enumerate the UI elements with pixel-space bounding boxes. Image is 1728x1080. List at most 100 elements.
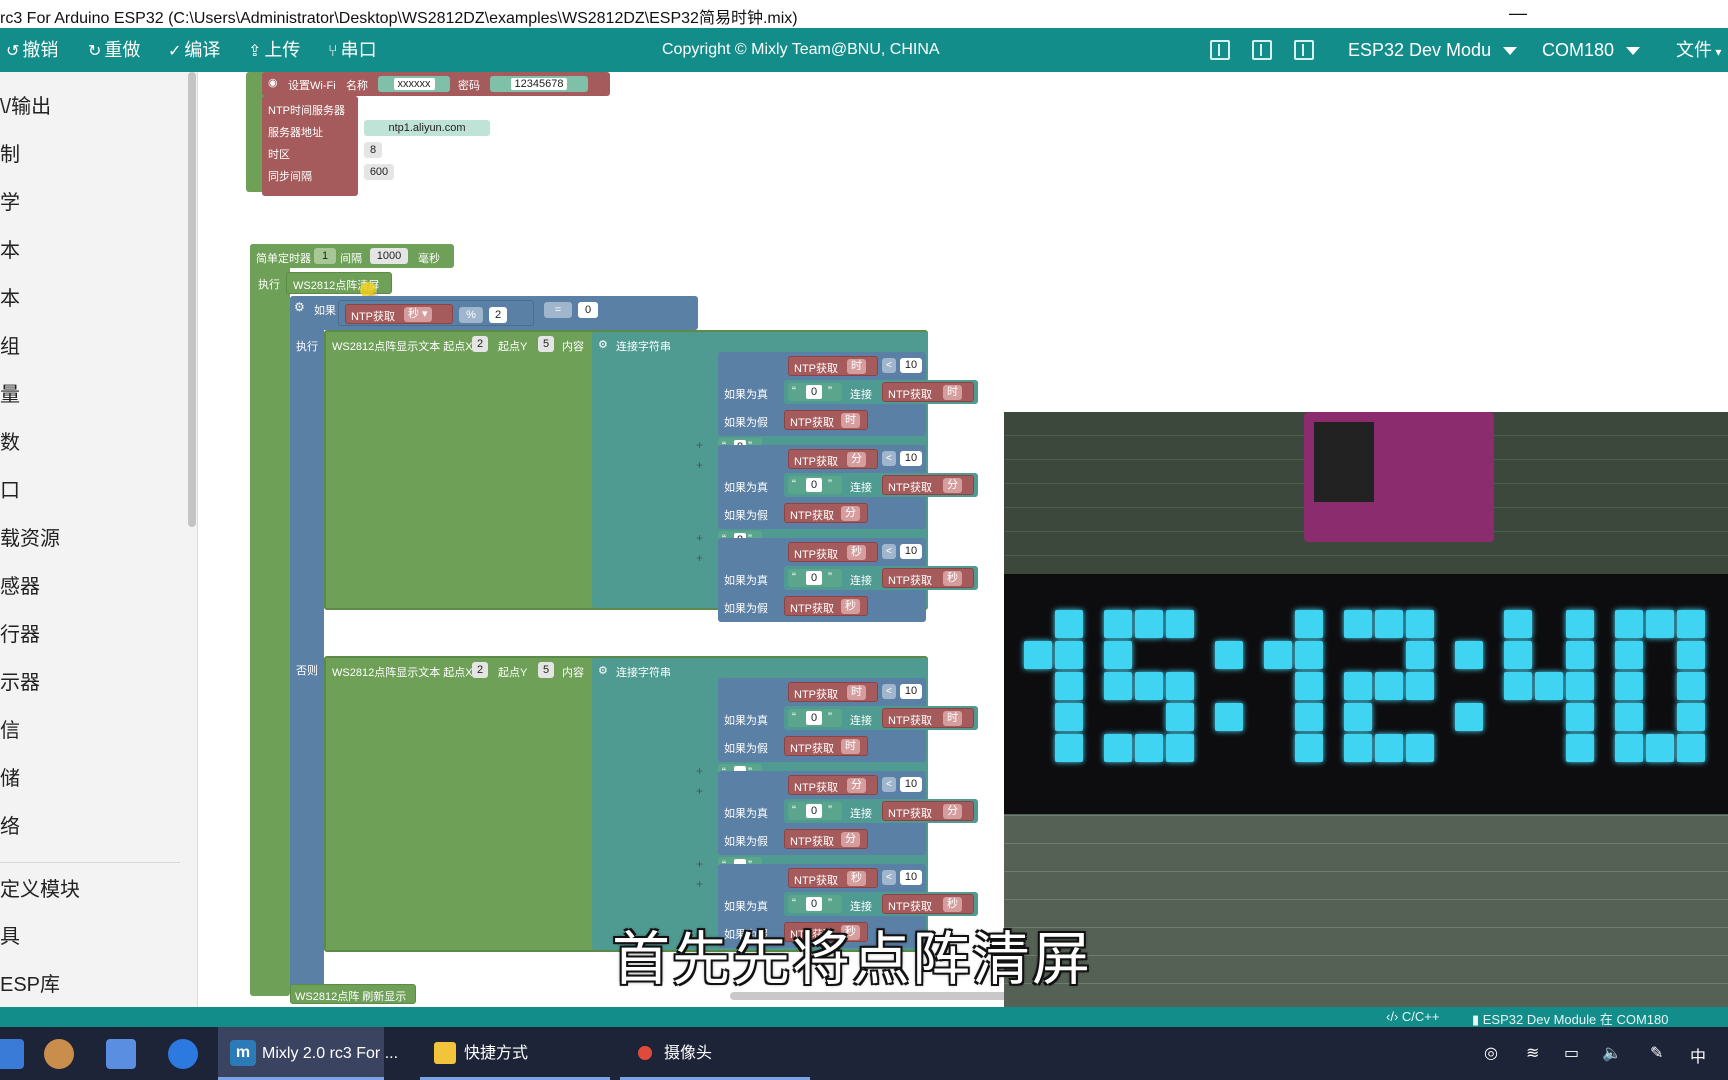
timer-interval-field[interactable]: 1000 <box>370 248 408 264</box>
ws2812-refresh-block[interactable]: WS2812点阵 刷新显示 <box>290 984 416 1004</box>
wifi-name-field[interactable]: xxxxxx <box>378 76 450 92</box>
lt-value[interactable]: 10 <box>900 684 922 699</box>
string-value[interactable]: 0 <box>806 897 822 911</box>
lt-value[interactable]: 10 <box>900 544 922 559</box>
start-y-field[interactable]: 5 <box>538 662 554 678</box>
wifi-icon[interactable]: ≋ <box>1526 1043 1539 1063</box>
if-block-spine[interactable] <box>290 296 324 996</box>
sidebar-item-text2[interactable]: 本 <box>0 282 20 311</box>
ntp-unit-dropdown[interactable]: 时 <box>847 359 866 374</box>
join-block[interactable]: “ 0 ” 连接 NTP获取 时 <box>784 380 978 404</box>
add-item-button[interactable]: + <box>696 551 703 565</box>
redo-button[interactable]: ↻ 重做 <box>88 28 140 72</box>
eq-value[interactable]: 0 <box>578 302 598 318</box>
ntp-get-block[interactable]: NTP获取时 <box>784 736 868 756</box>
lt-operator[interactable]: < <box>882 451 896 466</box>
timer-block[interactable]: 简单定时器 1 间隔 1000 毫秒 <box>250 244 454 268</box>
ntp-unit-dropdown[interactable]: 分 <box>847 778 866 793</box>
sidebar-item-actuators[interactable]: 行器 <box>0 618 40 647</box>
app-icon[interactable] <box>0 1039 24 1069</box>
lt-operator[interactable]: < <box>882 358 896 373</box>
ntp-get-block[interactable]: NTP获取分 <box>788 775 878 795</box>
ntp-unit-dropdown[interactable]: 秒 <box>847 545 866 560</box>
code-view-icon[interactable] <box>1294 40 1314 60</box>
ntp-sync-field[interactable]: 600 <box>364 164 394 180</box>
compare-block[interactable]: NTP获取 秒 ▾ % 2 <box>338 300 534 326</box>
ntp-server-block[interactable]: NTP时间服务器 服务器地址 时区 同步间隔 <box>262 96 358 196</box>
add-item-button[interactable]: + <box>696 784 703 798</box>
compare-lt-block[interactable]: NTP获取 分 <10 <box>784 775 926 795</box>
compile-button[interactable]: ✓ 编译 <box>168 28 220 72</box>
mod-operator[interactable]: % <box>459 307 483 323</box>
string-block[interactable]: “ 0 ” <box>788 802 842 820</box>
add-item-button[interactable]: + <box>696 458 703 472</box>
string-value[interactable]: 0 <box>806 711 822 725</box>
ntp-get-block[interactable]: NTP获取秒 <box>788 868 878 888</box>
join-block[interactable]: “ 0 ” 连接 NTP获取 分 <box>784 799 978 823</box>
lt-value[interactable]: 10 <box>900 358 922 373</box>
sidebar-scrollbar[interactable] <box>188 72 196 527</box>
port-select[interactable]: COM180 <box>1542 28 1641 72</box>
ntp-unit-dropdown[interactable]: 分 <box>943 804 962 819</box>
browser-icon[interactable] <box>168 1039 198 1069</box>
string-value[interactable]: 0 <box>806 478 822 492</box>
ntp-get-block[interactable]: NTP获取分 <box>784 503 868 523</box>
timer-block-spine[interactable] <box>250 244 290 996</box>
battery-icon[interactable]: ▭ <box>1564 1043 1579 1063</box>
minimize-button[interactable]: — <box>1498 0 1538 28</box>
sidebar-item-custom-module[interactable]: 定义模块 <box>0 862 180 902</box>
ntp-get-block[interactable]: NTP获取秒 <box>882 894 974 914</box>
sidebar-item-esp-lib[interactable]: ESP库 <box>0 968 60 997</box>
string-value[interactable]: 0 <box>806 385 822 399</box>
undo-button[interactable]: ↺ 撤销 <box>6 28 58 72</box>
eq-operator[interactable]: = <box>544 302 572 318</box>
wifi-password-field[interactable]: 12345678 <box>490 76 588 92</box>
paint-icon[interactable] <box>44 1039 74 1069</box>
ntp-get-block[interactable]: NTP获取秒 <box>882 568 974 588</box>
lt-operator[interactable]: < <box>882 870 896 885</box>
join-block[interactable]: “ 0 ” 连接 NTP获取 秒 <box>784 566 978 590</box>
ntp-get-block[interactable]: NTP获取分 <box>788 449 878 469</box>
ntp-server-field[interactable]: ntp1.aliyun.com <box>364 120 490 136</box>
add-item-button[interactable]: + <box>696 531 703 545</box>
mod-value[interactable]: 2 <box>489 307 507 323</box>
wifi-block[interactable]: ◉ 设置Wi-Fi 名称 xxxxxx 密码 12345678 <box>262 72 610 96</box>
compare-lt-block[interactable]: NTP获取 时 <10 <box>784 682 926 702</box>
ntp-unit-dropdown[interactable]: 分 <box>841 832 860 847</box>
ntp-unit-dropdown[interactable]: 秒 <box>847 871 866 886</box>
lt-value[interactable]: 10 <box>900 451 922 466</box>
pen-icon[interactable]: ✎ <box>1650 1043 1663 1063</box>
lt-value[interactable]: 10 <box>900 870 922 885</box>
board-select[interactable]: ESP32 Dev Modu <box>1348 28 1518 72</box>
serial-button[interactable]: ⑂ 串口 <box>328 28 377 72</box>
volume-icon[interactable]: 🔈 <box>1602 1043 1622 1063</box>
ntp-unit-dropdown[interactable]: 分 <box>841 506 860 521</box>
ntp-get-block[interactable]: NTP获取时 <box>882 708 974 728</box>
upload-button[interactable]: ⇪ 上传 <box>248 28 300 72</box>
ntp-timezone-field[interactable]: 8 <box>364 142 382 158</box>
ntp-get-block[interactable]: NTP获取秒 <box>784 596 868 616</box>
tray-app-icon[interactable]: ◎ <box>1484 1043 1498 1063</box>
sidebar-toggle-icon[interactable] <box>1252 40 1272 60</box>
lt-value[interactable]: 10 <box>900 777 922 792</box>
string-block[interactable]: “ 0 ” <box>788 895 842 913</box>
taskbar-app-shortcuts[interactable]: 快捷方式 <box>420 1027 610 1080</box>
ntp-unit-dropdown[interactable]: 分 <box>847 452 866 467</box>
string-block[interactable]: “ 0 ” <box>788 383 842 401</box>
add-item-button[interactable]: + <box>696 857 703 871</box>
ntp-get-block[interactable]: NTP获取时 <box>788 682 878 702</box>
sidebar-item-displays[interactable]: 示器 <box>0 666 40 695</box>
sidebar-item-math[interactable]: 学 <box>0 186 20 215</box>
compare-lt-block[interactable]: NTP获取 秒 <10 <box>784 868 926 888</box>
taskbar-app-mixly[interactable]: m Mixly 2.0 rc3 For ... <box>218 1027 398 1080</box>
sidebar-item-resources[interactable]: 载资源 <box>0 522 60 551</box>
sidebar-item-variable[interactable]: 量 <box>0 378 20 407</box>
string-value[interactable]: 0 <box>806 804 822 818</box>
sidebar-item-sensors[interactable]: 感器 <box>0 570 40 599</box>
ntp-unit-dropdown[interactable]: 秒 ▾ <box>404 307 432 322</box>
add-item-button[interactable]: + <box>696 438 703 452</box>
string-block[interactable]: “ 0 ” <box>788 476 842 494</box>
ntp-get-block[interactable]: NTP获取秒 <box>788 542 878 562</box>
ime-indicator[interactable]: 中 <box>1690 1043 1706 1067</box>
ntp-get-block[interactable]: NTP获取时 <box>784 410 868 430</box>
